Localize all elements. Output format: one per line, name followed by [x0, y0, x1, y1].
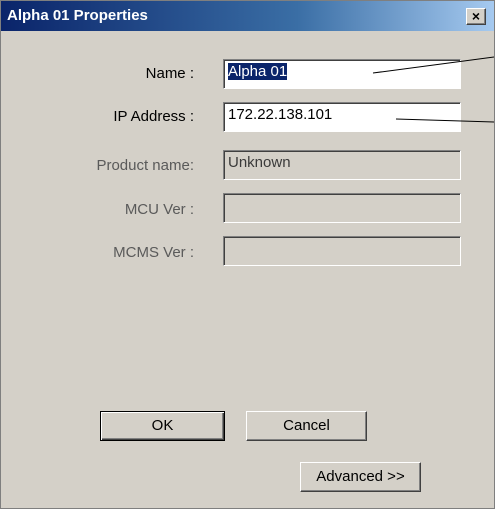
close-icon: × [471, 8, 481, 24]
name-field[interactable]: Alpha 01 [223, 59, 461, 89]
ok-button[interactable]: OK [100, 411, 225, 441]
advanced-button[interactable]: Advanced >> [300, 462, 421, 492]
name-field-value: Alpha 01 [228, 63, 288, 80]
cancel-button[interactable]: Cancel [246, 411, 367, 441]
mcu-version-label: MCU Ver : [124, 201, 194, 218]
mcms-version-label: MCMS Ver : [113, 244, 194, 261]
close-button[interactable]: × [466, 8, 486, 25]
window-title: Alpha 01 Properties [7, 7, 148, 24]
product-name-field: Unknown [223, 150, 461, 180]
properties-dialog: Alpha 01 Properties × Name : Alpha 01 IP… [0, 0, 495, 509]
product-name-value: Unknown [228, 154, 291, 171]
mcu-version-field [223, 193, 461, 223]
ip-address-value: 172.22.138.101 [228, 106, 333, 123]
title-bar[interactable]: Alpha 01 Properties × [1, 1, 494, 31]
mcms-version-field [223, 236, 461, 266]
ip-address-label: IP Address : [113, 108, 194, 125]
ip-address-field[interactable]: 172.22.138.101 [223, 102, 461, 132]
name-label: Name : [145, 65, 194, 82]
product-name-label: Product name: [96, 157, 194, 174]
